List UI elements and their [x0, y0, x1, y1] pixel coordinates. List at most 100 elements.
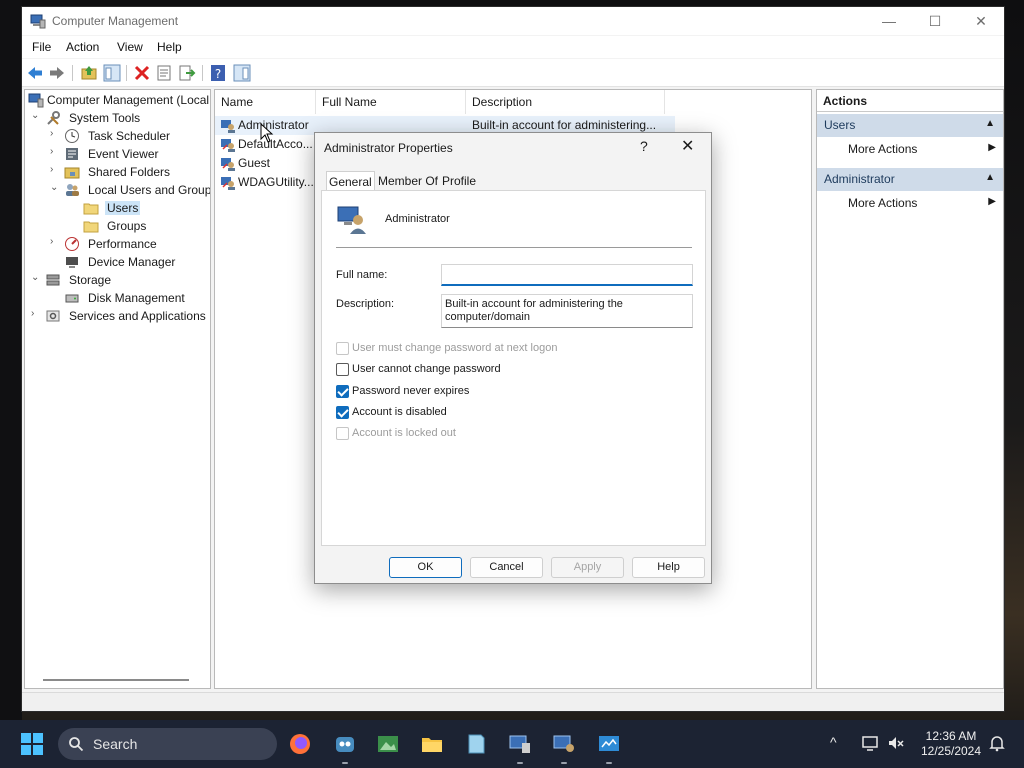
volume-muted-icon[interactable]	[887, 734, 905, 752]
notification-bell-icon[interactable]	[988, 734, 1006, 752]
desktop-background	[0, 0, 22, 720]
tree-item-services-and-applications[interactable]: › Services and Applications	[31, 307, 210, 325]
delete-icon[interactable]	[133, 64, 151, 82]
user-name: Administrator	[385, 213, 450, 225]
chevron-right-icon[interactable]: ›	[50, 128, 62, 139]
maximize-button[interactable]: ☐	[912, 7, 958, 35]
more-actions-administrator[interactable]: More Actions ▶	[817, 193, 1003, 213]
tree-item-disk-management[interactable]: Disk Management	[50, 289, 210, 307]
tree-item-users[interactable]: Users	[69, 199, 169, 217]
folder-icon	[83, 203, 99, 215]
submenu-arrow-icon: ▶	[988, 196, 996, 207]
column-header-full-name[interactable]: Full Name	[316, 90, 466, 114]
chevron-right-icon[interactable]: ›	[50, 146, 62, 157]
remote-desktop-icon[interactable]	[552, 732, 576, 756]
close-button[interactable]: ✕	[958, 7, 1004, 35]
full-name-field[interactable]	[441, 264, 693, 286]
properties-icon[interactable]	[155, 64, 173, 82]
event-viewer-icon	[66, 148, 78, 160]
administrator-properties-dialog: Administrator Properties ? ✕ General Mem…	[314, 132, 712, 584]
disk-icon	[65, 294, 79, 303]
cancel-button[interactable]: Cancel	[470, 557, 543, 578]
chevron-right-icon[interactable]: ›	[50, 236, 62, 247]
tree-item-event-viewer[interactable]: › Event Viewer	[50, 145, 210, 163]
tools-icon	[47, 111, 60, 125]
menu-view[interactable]: View	[117, 40, 143, 54]
network-icon[interactable]	[861, 734, 879, 752]
tree-item-local-users-and-groups[interactable]: ⌄ Local Users and Groups	[50, 181, 210, 199]
tree-item-storage[interactable]: ⌄ Storage	[31, 271, 210, 289]
menu-bar: File Action View Help	[22, 36, 1004, 58]
description-label: Description:	[336, 298, 395, 310]
mouse-cursor-icon	[260, 123, 274, 143]
back-arrow-icon[interactable]	[26, 64, 44, 82]
show-hide-tree-icon[interactable]	[103, 64, 121, 82]
full-name-label: Full name:	[336, 269, 388, 281]
device-manager-icon	[66, 257, 78, 268]
actions-section-users[interactable]: Users ▲	[817, 114, 1003, 137]
title-bar[interactable]: Computer Management — ☐ ✕	[22, 7, 1004, 35]
windows-start-icon[interactable]	[20, 732, 44, 756]
description-field[interactable]: Built-in account for administering the c…	[441, 294, 693, 328]
column-header-name[interactable]: Name	[215, 90, 316, 114]
tree-item-task-scheduler[interactable]: › Task Scheduler	[50, 127, 210, 145]
storage-icon	[46, 274, 60, 286]
actions-pane: Actions Users ▲ More Actions ▶ Administr…	[816, 89, 1004, 689]
minimize-button[interactable]: —	[866, 7, 912, 35]
computer-management-icon[interactable]	[508, 732, 532, 756]
help-button[interactable]: Help	[632, 557, 705, 578]
dialog-title: Administrator Properties	[324, 141, 453, 155]
general-tab-panel: Administrator Full name: Description: Bu…	[321, 190, 706, 546]
collapse-icon[interactable]: ▲	[985, 172, 995, 183]
firefox-icon[interactable]	[288, 732, 312, 756]
clock-date: 12/25/2024	[920, 744, 982, 758]
control-panel-icon[interactable]	[597, 732, 621, 756]
file-explorer-icon[interactable]	[420, 732, 444, 756]
image-viewer-icon[interactable]	[376, 732, 400, 756]
horizontal-scrollbar[interactable]	[43, 679, 189, 681]
tab-general[interactable]: General	[326, 171, 375, 190]
taskbar-search[interactable]: Search	[58, 728, 277, 760]
tree-item-shared-folders[interactable]: › Shared Folders	[50, 163, 210, 181]
up-folder-icon[interactable]	[80, 64, 98, 82]
system-clock[interactable]: 12:36 AM 12/25/2024	[918, 729, 984, 759]
forward-arrow-icon[interactable]	[48, 64, 66, 82]
collapse-icon[interactable]: ▲	[985, 118, 995, 129]
help-icon[interactable]: ?	[209, 64, 227, 82]
column-header-description[interactable]: Description	[466, 90, 665, 114]
dialog-close-button[interactable]: ✕	[681, 136, 694, 156]
user-account-icon	[221, 177, 235, 190]
export-list-icon[interactable]	[178, 64, 196, 82]
show-hide-action-pane-icon[interactable]	[233, 64, 251, 82]
tree-item-computer-management[interactable]: Computer Management (Local	[25, 91, 210, 109]
tree-item-groups[interactable]: Groups	[69, 217, 169, 235]
menu-file[interactable]: File	[32, 40, 51, 54]
tab-member-of[interactable]: Member Of	[376, 171, 440, 190]
chevron-down-icon[interactable]: ⌄	[50, 182, 62, 193]
ok-button[interactable]: OK	[389, 557, 462, 578]
user-account-icon	[221, 139, 235, 152]
user-account-icon	[221, 120, 235, 133]
menu-action[interactable]: Action	[66, 40, 99, 54]
tree-item-system-tools[interactable]: ⌄ System Tools	[31, 109, 210, 127]
chevron-down-icon[interactable]: ⌄	[31, 110, 43, 121]
more-actions-users[interactable]: More Actions ▶	[817, 139, 1003, 159]
godot-icon[interactable]	[333, 732, 357, 756]
actions-section-administrator[interactable]: Administrator ▲	[817, 168, 1003, 191]
user-account-icon	[221, 158, 235, 171]
tree-item-performance[interactable]: › Performance	[50, 235, 210, 253]
clock-time: 12:36 AM	[925, 729, 977, 743]
notepad-icon[interactable]	[464, 732, 488, 756]
chevron-right-icon[interactable]: ›	[31, 308, 43, 319]
services-icon	[46, 310, 60, 322]
toolbar: ?	[22, 59, 1004, 87]
chevron-down-icon[interactable]: ⌄	[31, 272, 43, 283]
computer-management-icon	[28, 93, 44, 108]
tab-profile[interactable]: Profile	[440, 171, 478, 190]
chevron-right-icon[interactable]: ›	[50, 164, 62, 175]
tree-item-device-manager[interactable]: Device Manager	[50, 253, 210, 271]
menu-help[interactable]: Help	[157, 40, 182, 54]
dialog-help-button[interactable]: ?	[640, 138, 648, 154]
chevron-up-icon[interactable]: ^	[830, 734, 848, 752]
apply-button[interactable]: Apply	[551, 557, 624, 578]
